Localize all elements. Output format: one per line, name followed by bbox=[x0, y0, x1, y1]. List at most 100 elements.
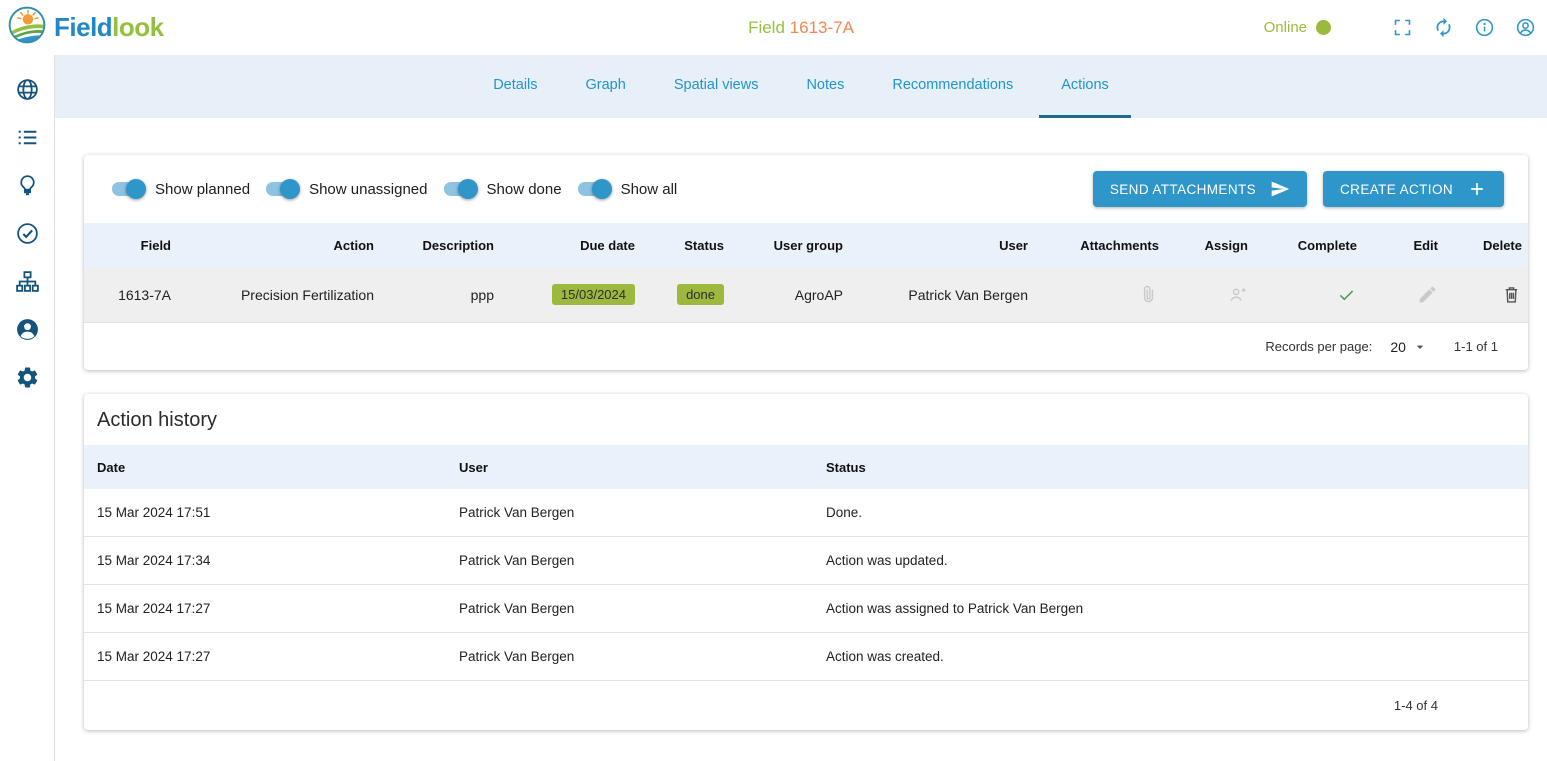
cell-due-date: 15/03/2024 bbox=[498, 284, 639, 305]
pencil-icon bbox=[1417, 284, 1438, 305]
settings-icon bbox=[15, 365, 40, 390]
sidebar-item-settings[interactable] bbox=[3, 353, 51, 401]
main-content: Details Graph Spatial views Notes Recomm… bbox=[55, 55, 1547, 761]
create-action-button[interactable]: CREATE ACTION bbox=[1323, 171, 1504, 207]
sitemap-icon bbox=[15, 269, 40, 294]
tab[interactable]: Spatial views bbox=[652, 55, 781, 118]
column-header: Description bbox=[378, 238, 498, 253]
toggle-group: Show unassigned bbox=[264, 179, 427, 199]
send-icon bbox=[1270, 179, 1290, 199]
tab[interactable]: Actions bbox=[1039, 55, 1131, 118]
cell-status: done bbox=[639, 284, 728, 305]
cell-user: Patrick Van Bergen bbox=[459, 601, 826, 616]
sidebar-item-ideas[interactable] bbox=[3, 161, 51, 209]
toggle-group: Show done bbox=[442, 179, 562, 199]
trash-icon bbox=[1501, 284, 1522, 305]
pagination-range: 1-1 of 1 bbox=[1454, 339, 1498, 354]
cell-date: 15 Mar 2024 17:27 bbox=[97, 601, 459, 616]
edit-button bbox=[1361, 284, 1442, 305]
history-table-header: DateUserStatus bbox=[84, 445, 1528, 489]
pagination-range: 1-4 of 4 bbox=[1394, 698, 1438, 713]
column-header: Delete bbox=[1442, 238, 1526, 253]
check-icon bbox=[1336, 284, 1357, 305]
status-badge: done bbox=[677, 284, 724, 305]
cell-user-group: AgroAP bbox=[728, 287, 847, 303]
cell-action: Precision Fertilization bbox=[175, 287, 378, 303]
cell-description: ppp bbox=[378, 287, 498, 303]
cell-status: Done. bbox=[826, 505, 1515, 520]
sidebar-item-tasks[interactable] bbox=[3, 209, 51, 257]
attachments-button bbox=[1032, 284, 1163, 305]
delete-button[interactable] bbox=[1442, 284, 1526, 305]
tab[interactable]: Notes bbox=[784, 55, 866, 118]
column-header: Complete bbox=[1252, 238, 1361, 253]
column-header: Action bbox=[175, 238, 378, 253]
history-pagination: 1-4 of 4 bbox=[84, 681, 1528, 730]
action-buttons: SEND ATTACHMENTS CREATE ACTION bbox=[1093, 171, 1504, 207]
cell-date: 15 Mar 2024 17:51 bbox=[97, 505, 459, 520]
sidebar bbox=[0, 55, 55, 761]
history-row: 15 Mar 2024 17:34 Patrick Van Bergen Act… bbox=[84, 537, 1528, 585]
due-date-badge: 15/03/2024 bbox=[552, 284, 635, 305]
person-add-icon bbox=[1227, 284, 1248, 305]
paperclip-icon bbox=[1138, 284, 1159, 305]
action-history-card: Action history DateUserStatus 15 Mar 202… bbox=[84, 394, 1528, 730]
column-header: Due date bbox=[498, 238, 639, 253]
cell-status: Action was assigned to Patrick Van Berge… bbox=[826, 601, 1515, 616]
tab[interactable]: Graph bbox=[564, 55, 648, 118]
records-per-page-label: Records per page: bbox=[1265, 339, 1372, 354]
column-header: User group bbox=[728, 238, 847, 253]
history-row: 15 Mar 2024 17:27 Patrick Van Bergen Act… bbox=[84, 585, 1528, 633]
toggle-label: Show all bbox=[621, 181, 678, 198]
table-row: 1613-7A Precision Fertilization ppp 15/0… bbox=[84, 267, 1528, 323]
cell-date: 15 Mar 2024 17:27 bbox=[97, 649, 459, 664]
actions-table-header: FieldActionDescriptionDue dateStatusUser… bbox=[84, 223, 1528, 267]
history-row: 15 Mar 2024 17:51 Patrick Van Bergen Don… bbox=[84, 489, 1528, 537]
complete-button[interactable] bbox=[1252, 284, 1361, 305]
toggle-group: Show planned bbox=[110, 179, 250, 199]
app-root: Fieldlook Field 1613-7A Online bbox=[0, 0, 1547, 761]
send-attachments-button[interactable]: SEND ATTACHMENTS bbox=[1093, 171, 1307, 207]
column-header: User bbox=[459, 460, 826, 475]
column-header: User bbox=[847, 238, 1032, 253]
user-icon bbox=[15, 317, 40, 342]
cell-user: Patrick Van Bergen bbox=[459, 505, 826, 520]
page-size-select[interactable]: 20 bbox=[1390, 339, 1428, 355]
tab[interactable]: Recommendations bbox=[870, 55, 1035, 118]
toggle-label: Show planned bbox=[155, 181, 250, 198]
toggle-switch[interactable] bbox=[442, 179, 478, 199]
table-pagination: Records per page: 20 1-1 of 1 bbox=[84, 323, 1528, 370]
toggle-switch[interactable] bbox=[576, 179, 612, 199]
cell-field: 1613-7A bbox=[96, 287, 175, 303]
filters-row: Show planned Show unassigned Show done bbox=[84, 155, 1528, 223]
toggle-switch[interactable] bbox=[110, 179, 146, 199]
cell-status: Action was created. bbox=[826, 649, 1515, 664]
sidebar-item-list[interactable] bbox=[3, 113, 51, 161]
page-title: Field 1613-7A bbox=[55, 18, 1547, 38]
column-header: Date bbox=[97, 460, 459, 475]
lightbulb-icon bbox=[15, 173, 40, 198]
cell-user: Patrick Van Bergen bbox=[847, 287, 1032, 303]
column-header: Field bbox=[96, 238, 175, 253]
cell-status: Action was updated. bbox=[826, 553, 1515, 568]
plus-icon bbox=[1467, 179, 1487, 199]
top-header: Fieldlook Field 1613-7A Online bbox=[0, 0, 1547, 55]
toggle-label: Show unassigned bbox=[309, 181, 427, 198]
history-table-body: 15 Mar 2024 17:51 Patrick Van Bergen Don… bbox=[84, 489, 1528, 681]
column-header: Attachments bbox=[1032, 238, 1163, 253]
cell-user: Patrick Van Bergen bbox=[459, 553, 826, 568]
toggle-group: Show all bbox=[576, 179, 678, 199]
cell-user: Patrick Van Bergen bbox=[459, 649, 826, 664]
column-header: Edit bbox=[1361, 238, 1442, 253]
globe-icon bbox=[15, 77, 40, 102]
sidebar-item-profile[interactable] bbox=[3, 305, 51, 353]
assign-button bbox=[1163, 284, 1252, 305]
toggle-switch[interactable] bbox=[264, 179, 300, 199]
sidebar-item-organization[interactable] bbox=[3, 257, 51, 305]
check-circle-icon bbox=[15, 221, 40, 246]
actions-card: Show planned Show unassigned Show done bbox=[84, 155, 1528, 370]
tab[interactable]: Details bbox=[471, 55, 559, 118]
column-header: Status bbox=[639, 238, 728, 253]
toggle-label: Show done bbox=[487, 181, 562, 198]
sidebar-item-globe[interactable] bbox=[3, 65, 51, 113]
